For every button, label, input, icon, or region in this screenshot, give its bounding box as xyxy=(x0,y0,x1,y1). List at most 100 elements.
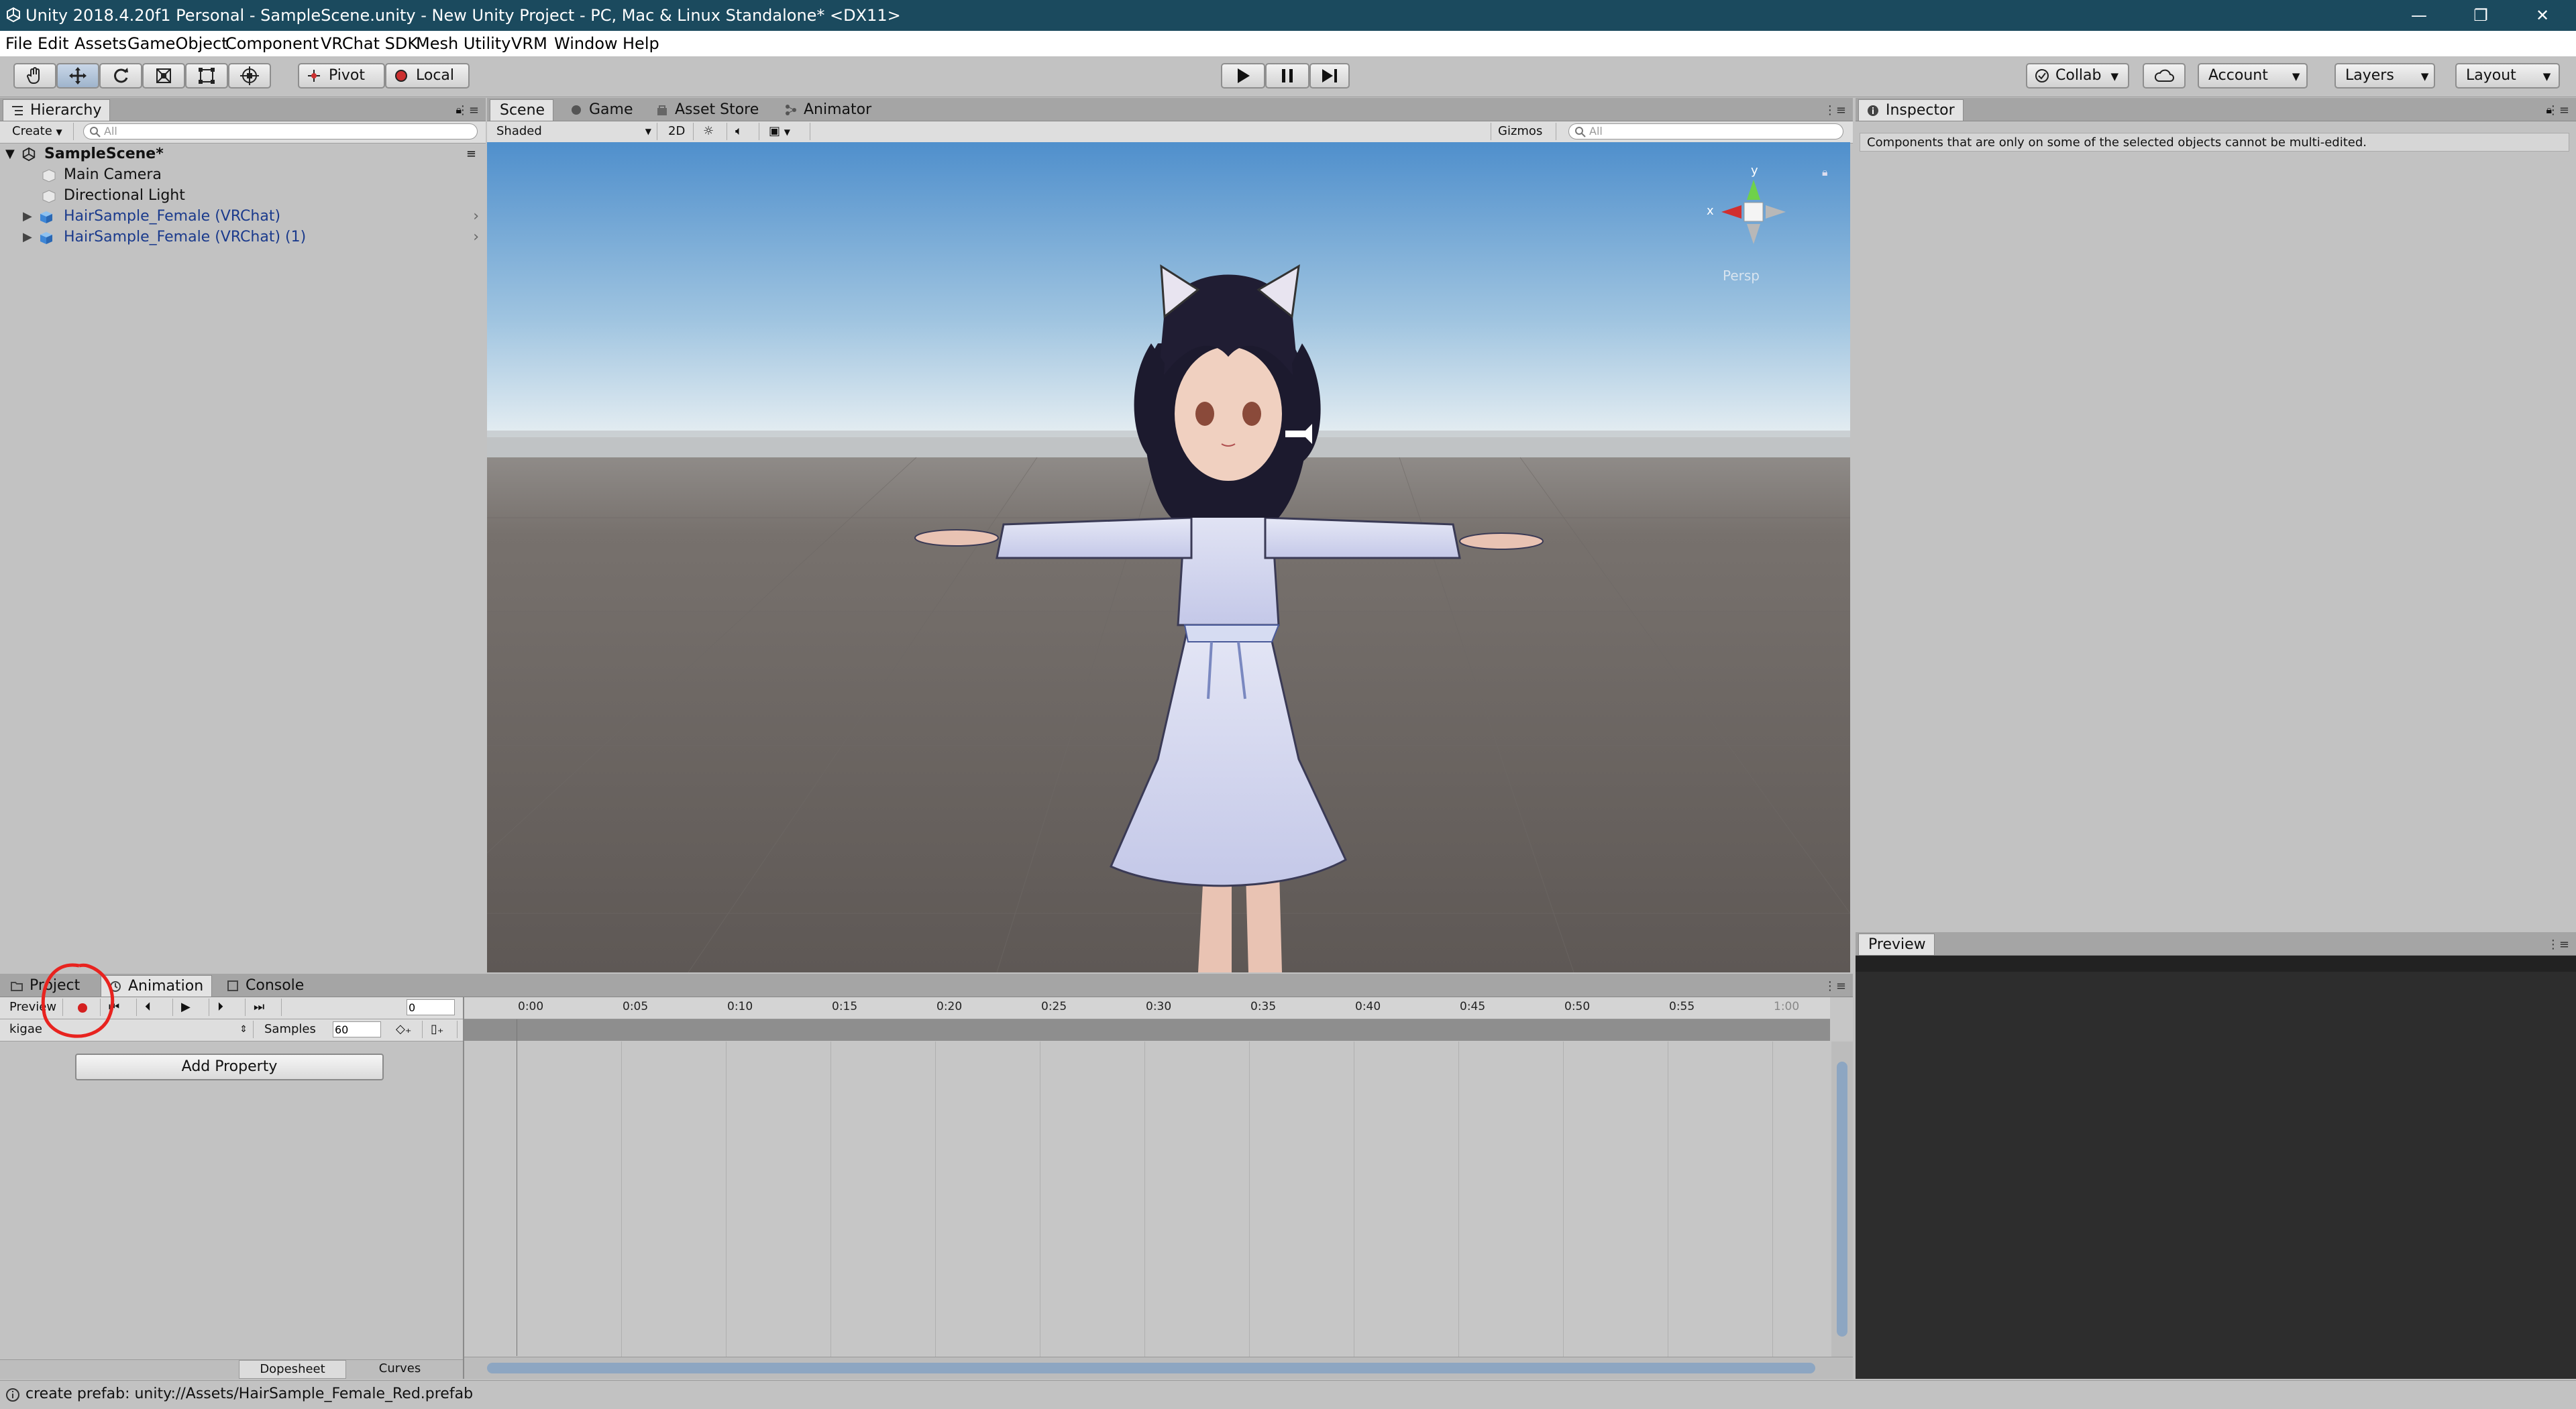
scene-lock-icon[interactable]: 🔒︎ xyxy=(1822,166,1828,178)
create-label: Create xyxy=(12,124,52,138)
right-eye xyxy=(1242,402,1261,426)
collab-button[interactable]: Collab ▼ xyxy=(2026,63,2129,89)
layers-dropdown[interactable]: Layers ▼ xyxy=(2334,63,2435,89)
timeline-area[interactable]: 0:00 0:05 0:10 0:15 0:20 0:25 0:30 0:35 … xyxy=(464,997,1853,1379)
shading-mode-dropdown[interactable]: Shaded ▼ xyxy=(490,123,657,140)
grid-line xyxy=(1563,1041,1564,1357)
tab-asset-store[interactable]: Asset Store xyxy=(648,99,767,121)
curves-tab[interactable]: Curves xyxy=(346,1360,453,1379)
cloud-button[interactable] xyxy=(2143,63,2186,89)
add-property-button[interactable]: Add Property xyxy=(75,1054,384,1080)
vertical-scroll-thumb[interactable] xyxy=(1837,1062,1847,1337)
timeline-ruler[interactable]: 0:00 0:05 0:10 0:15 0:20 0:25 0:30 0:35 … xyxy=(464,997,1830,1019)
gizmos-dropdown[interactable]: Gizmos ▼ xyxy=(1491,123,1556,154)
rotate-tool-button[interactable] xyxy=(99,63,142,89)
transform-tool-button[interactable] xyxy=(228,63,271,89)
expand-arrow-icon[interactable]: ▼ xyxy=(5,144,15,164)
tab-animator[interactable]: Animator xyxy=(777,99,879,121)
panel-menu-icon[interactable]: ⋮≡ xyxy=(2547,938,2569,952)
grid-line xyxy=(1458,1041,1459,1357)
multi-edit-message: Components that are only on some of the … xyxy=(1860,133,2569,152)
horizontal-scrollbar[interactable] xyxy=(464,1357,1853,1379)
chevron-right-icon[interactable]: › xyxy=(473,206,479,227)
grid-line xyxy=(935,1041,936,1357)
audio-toggle[interactable]: 🔈︎ xyxy=(729,123,759,140)
last-key-button[interactable]: ⏭ xyxy=(247,999,282,1016)
gizmo-center-cube[interactable] xyxy=(1743,202,1764,222)
scene-viewport[interactable]: y x Persp 🔒︎ xyxy=(487,142,1850,972)
local-label: Local xyxy=(416,67,455,84)
dopesheet-tab[interactable]: Dopesheet xyxy=(239,1360,346,1379)
panel-menu-icon[interactable]: ⋮≡ xyxy=(1824,979,1846,993)
add-keyframe-button[interactable]: ◇₊ xyxy=(389,1021,423,1038)
pause-button[interactable] xyxy=(1265,63,1309,89)
menu-vrm[interactable]: VRM xyxy=(511,34,547,54)
next-key-button[interactable]: ⏵ xyxy=(211,999,246,1016)
hierarchy-item-hairsample-female[interactable]: ▶ HairSample_Female (VRChat) › xyxy=(0,206,484,227)
hierarchy-item-main-camera[interactable]: Main Camera xyxy=(0,164,484,185)
menu-window[interactable]: Window xyxy=(554,34,618,54)
close-window-button[interactable]: ✕ xyxy=(2512,0,2573,31)
hierarchy-search-input[interactable]: All xyxy=(83,123,478,139)
scene-name: SampleScene* xyxy=(44,146,164,162)
account-dropdown[interactable]: Account ▼ xyxy=(2198,63,2308,89)
menu-help[interactable]: Help xyxy=(623,34,659,54)
account-label: Account xyxy=(2208,67,2268,84)
samples-field[interactable] xyxy=(333,1021,381,1037)
toggle-2d-button[interactable]: 2D xyxy=(661,123,694,140)
tab-inspector[interactable]: Inspector xyxy=(1858,99,1964,121)
layout-dropdown[interactable]: Layout ▼ xyxy=(2455,63,2560,89)
tab-hierarchy[interactable]: Hierarchy xyxy=(3,99,111,121)
tab-game[interactable]: Game xyxy=(562,99,641,121)
tab-console[interactable]: Console xyxy=(219,975,312,997)
hierarchy-item-label: HairSample_Female (VRChat) xyxy=(64,208,281,225)
panel-menu-icon[interactable]: ⋮≡ xyxy=(1824,103,1846,117)
chevron-down-icon: ▼ xyxy=(2542,70,2551,82)
rect-tool-button[interactable] xyxy=(185,63,228,89)
expand-arrow-icon[interactable]: ▶ xyxy=(23,206,32,227)
menu-edit[interactable]: Edit xyxy=(38,34,68,54)
menu-mesh-utility[interactable]: Mesh Utility xyxy=(416,34,511,54)
menu-file[interactable]: File xyxy=(5,34,32,54)
create-dropdown[interactable]: Create ▼ xyxy=(5,123,74,140)
persp-label[interactable]: Persp xyxy=(1723,268,1760,284)
tab-preview[interactable]: Preview xyxy=(1858,934,1935,955)
menu-gameobject[interactable]: GameObject xyxy=(127,34,228,54)
minimize-button[interactable]: — xyxy=(2388,0,2450,31)
skip-last-icon: ⏭ xyxy=(254,1000,265,1014)
chevron-right-icon[interactable]: › xyxy=(473,227,479,247)
scene-root-row[interactable]: ▼ SampleScene* ≡ xyxy=(0,144,484,164)
scene-search-input[interactable]: All xyxy=(1568,123,1843,139)
search-icon xyxy=(90,127,101,137)
menu-vrchat-sdk[interactable]: VRChat SDK xyxy=(321,34,418,54)
hand-tool-button[interactable] xyxy=(13,63,56,89)
pivot-toggle[interactable]: Pivot xyxy=(298,63,385,89)
panel-menu-icon[interactable]: ⋮≡ xyxy=(457,103,479,117)
move-tool-button[interactable] xyxy=(56,63,99,89)
add-event-button[interactable]: ▯₊ xyxy=(424,1021,458,1038)
play-button[interactable] xyxy=(1221,63,1265,89)
tab-scene[interactable]: Scene xyxy=(490,99,554,121)
hierarchy-item-hairsample-female-1[interactable]: ▶ HairSample_Female (VRChat) (1) › xyxy=(0,227,484,247)
prev-key-button[interactable]: ⏴ xyxy=(138,999,173,1016)
expand-arrow-icon[interactable]: ▶ xyxy=(23,227,32,247)
local-toggle[interactable]: Local xyxy=(385,63,470,89)
maximize-button[interactable]: ❐ xyxy=(2450,0,2512,31)
horizontal-scroll-thumb[interactable] xyxy=(487,1363,1815,1373)
effects-dropdown[interactable]: ▣ ▼ xyxy=(762,123,810,140)
panel-menu-icon[interactable]: ⋮≡ xyxy=(2547,103,2569,117)
play-animation-button[interactable]: ▶ xyxy=(174,999,209,1016)
menu-component[interactable]: Component xyxy=(225,34,319,54)
menu-assets[interactable]: Assets xyxy=(74,34,127,54)
event-track[interactable] xyxy=(464,1019,1830,1041)
hand-icon xyxy=(27,67,40,84)
step-button[interactable] xyxy=(1309,63,1350,89)
hierarchy-item-directional-light[interactable]: Directional Light xyxy=(0,185,484,206)
lighting-toggle[interactable]: ☼ xyxy=(696,123,727,140)
frame-field[interactable] xyxy=(407,999,455,1015)
tab-inspector-label: Inspector xyxy=(1886,102,1955,119)
vertical-scrollbar[interactable] xyxy=(1831,1041,1853,1357)
step-back-icon: ⏴ xyxy=(145,1000,151,1014)
scene-menu-icon[interactable]: ≡ xyxy=(466,144,476,164)
scale-tool-button[interactable] xyxy=(142,63,185,89)
